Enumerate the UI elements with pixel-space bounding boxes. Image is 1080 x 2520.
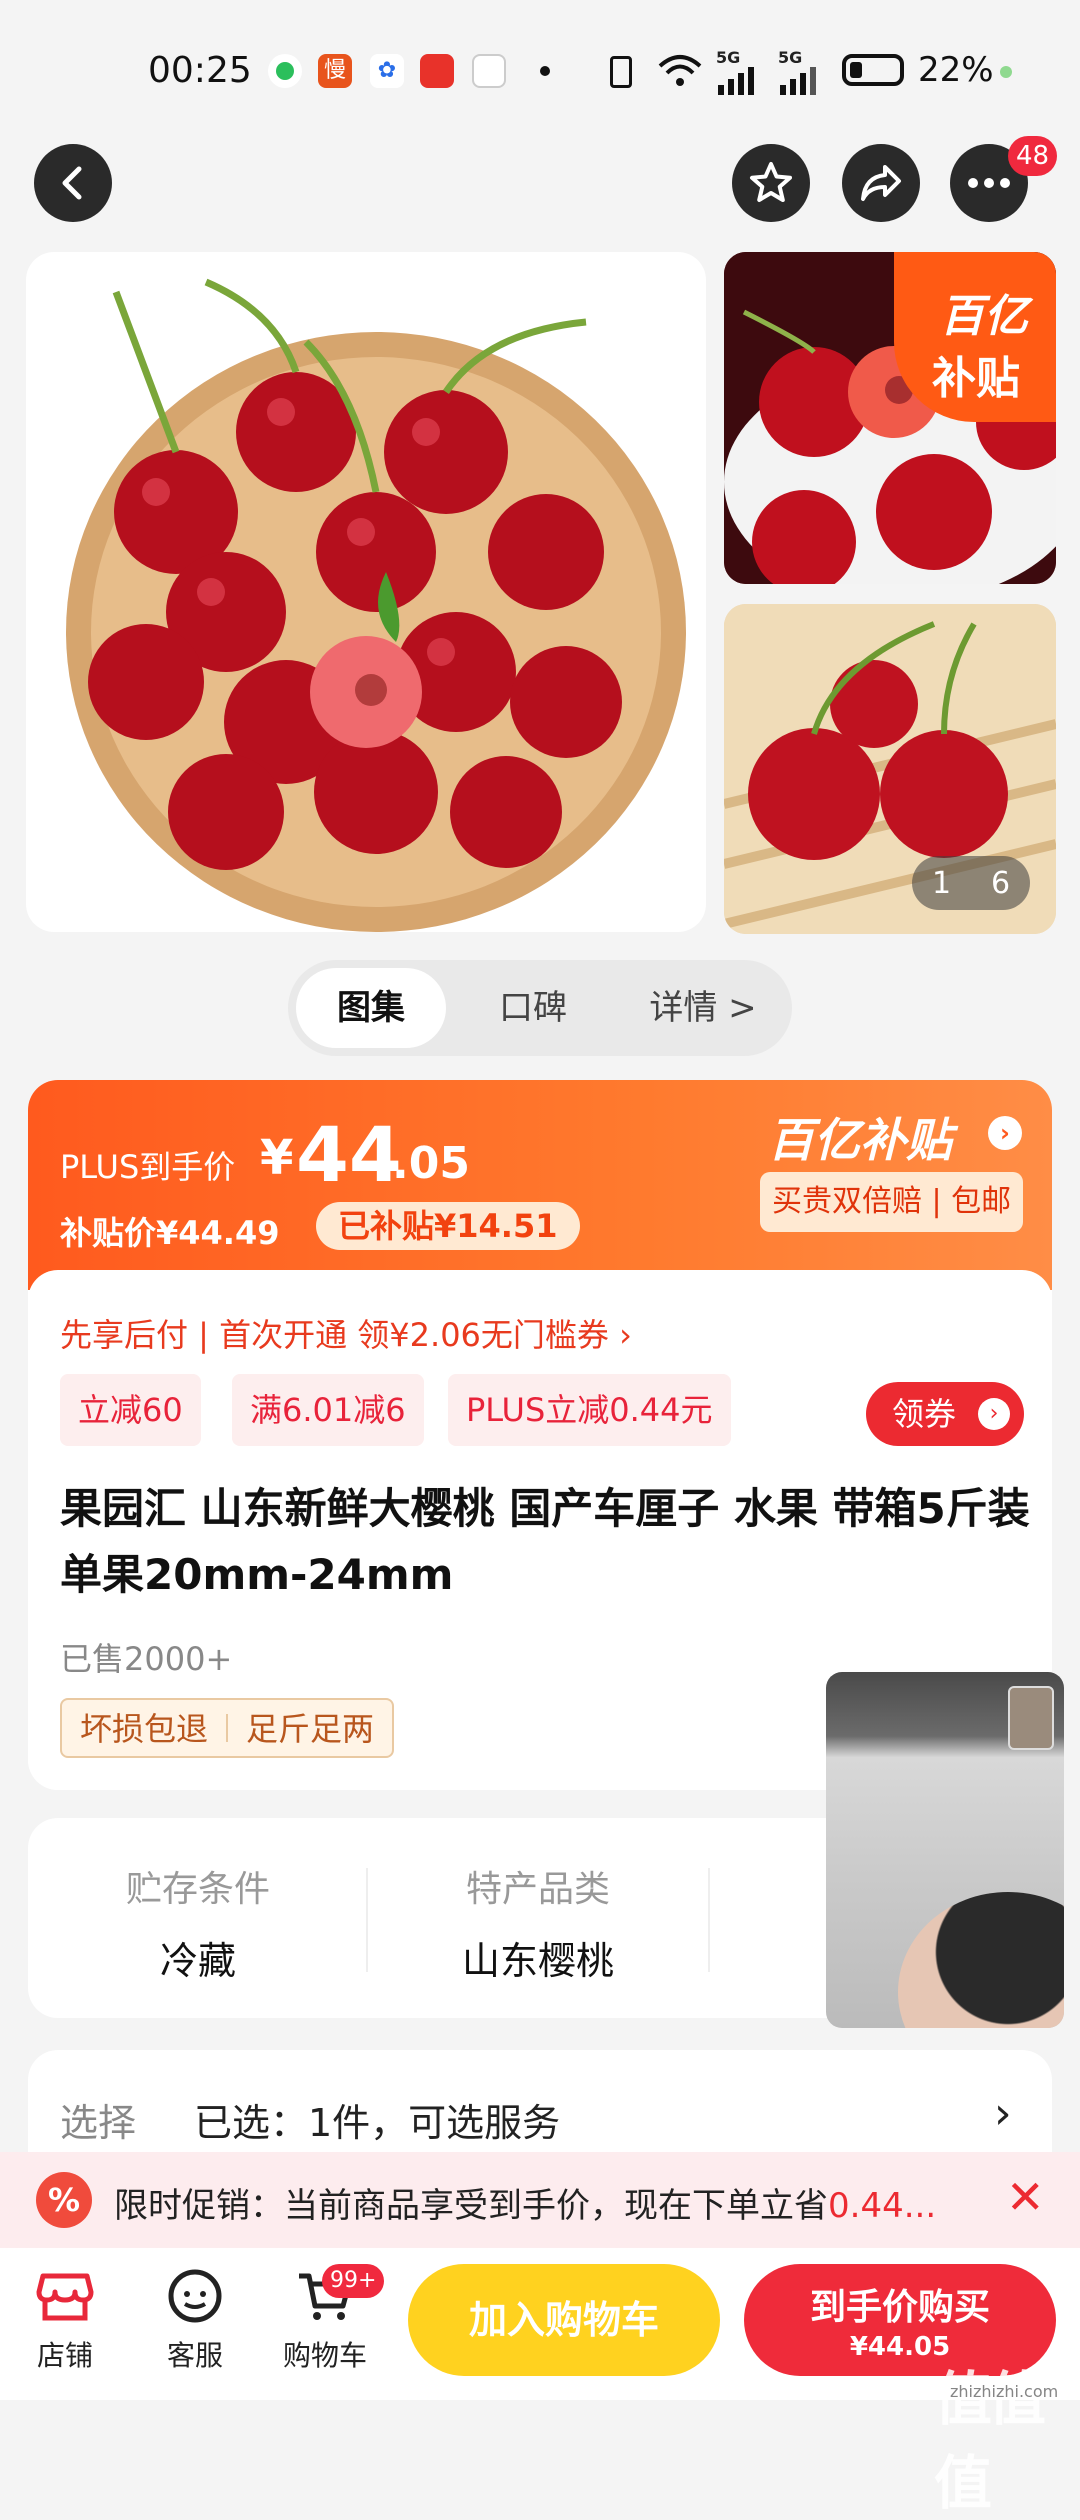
subsidy-saved-badge: 已补贴¥14.51 xyxy=(316,1202,580,1250)
add-to-cart-button[interactable]: 加入购物车 xyxy=(408,2264,720,2376)
service-tag-2: 足斤足两 xyxy=(246,1710,375,1748)
customer-service-button[interactable]: 客服 xyxy=(140,2268,250,2374)
promo-bar[interactable]: % 限时促销：当前商品享受到手价，现在下单立省0.44... ✕ xyxy=(0,2152,1080,2248)
plus-price-decimal: .05 xyxy=(392,1138,470,1189)
attribute-category: 特产品类 山东樱桃 xyxy=(368,1860,708,1985)
image-page-indicator: 1 6 xyxy=(912,856,1030,910)
tab-details[interactable]: 详情 > xyxy=(618,968,788,1048)
promo-message: 限时促销：当前商品享受到手价，现在下单立省 xyxy=(114,2186,828,2226)
watermark-logo: 值值值 xyxy=(934,2365,1046,2517)
store-icon xyxy=(36,2273,94,2321)
status-time: 00:25 xyxy=(148,50,252,91)
promo-text: 限时促销：当前商品享受到手价，现在下单立省0.44... xyxy=(114,2178,936,2227)
service-label: 客服 xyxy=(166,2339,223,2372)
main-product-image[interactable] xyxy=(26,252,706,932)
service-tags: 坏损包退 足斤足两 xyxy=(60,1698,395,1758)
watermark-site: zhizhizhi.com xyxy=(950,2382,1059,2401)
chevron-right-icon[interactable]: › xyxy=(988,1116,1022,1150)
pay-later-offer[interactable]: 先享后付 | 首次开通 领¥2.06无门槛券 › xyxy=(60,1310,632,1356)
attribute-value: 山东樱桃 xyxy=(461,1939,614,1983)
price-banner: PLUS到手价 ¥ 44 .05 补贴价¥44.49 已补贴¥14.51 百亿补… xyxy=(28,1080,1052,1290)
favorite-button[interactable] xyxy=(732,144,810,222)
subsidy-badge: 百亿 补贴 xyxy=(894,252,1056,422)
share-icon xyxy=(861,165,901,201)
cart-label: 购物车 xyxy=(282,2339,367,2372)
app-notification-icon: 慢 xyxy=(318,54,352,88)
back-icon xyxy=(62,166,82,200)
signal-icon-1: 5G xyxy=(716,48,756,97)
attribute-key: 贮存条件 xyxy=(125,1869,270,1910)
get-coupon-label: 领券 xyxy=(892,1395,957,1433)
message-count-badge: 48 xyxy=(1008,136,1058,176)
plus-price-label: PLUS到手价 xyxy=(60,1148,236,1186)
service-tag-1: 坏损包退 xyxy=(80,1710,209,1748)
cart-count-badge: 99+ xyxy=(322,2264,385,2298)
more-icon xyxy=(968,178,1010,188)
wechat-notification-icon xyxy=(268,54,302,88)
star-icon xyxy=(750,162,792,202)
subsidy-badge-line1: 百亿 xyxy=(940,291,1028,342)
selection-label: 选择 xyxy=(60,2101,137,2145)
product-title: 果园汇 山东新鲜大樱桃 国产车厘子 水果 带箱5斤装 单果20mm-24mm xyxy=(60,1484,1030,1599)
promo-savings: 0.44... xyxy=(828,2186,937,2226)
wifi-icon xyxy=(658,52,702,88)
subsidy-price: 补贴价¥44.49 xyxy=(60,1214,280,1252)
attribute-storage: 贮存条件 冷藏 xyxy=(28,1860,368,1985)
discount-icon: % xyxy=(36,2172,92,2228)
floating-video-window[interactable] xyxy=(826,1672,1064,2028)
back-button[interactable] xyxy=(34,144,112,222)
attribute-key: 特产品类 xyxy=(465,1869,610,1910)
tab-gallery[interactable]: 图集 xyxy=(296,968,446,1048)
self-view-thumbnail[interactable] xyxy=(1008,1686,1054,1750)
chevron-right-icon: › xyxy=(994,2088,1012,2139)
baidu-notification-icon: ✿ xyxy=(370,54,404,88)
subsidy-badge-line2: 补贴 xyxy=(932,353,1020,404)
cherry-bowl-illustration xyxy=(66,278,686,932)
signal-icon-2: 5G xyxy=(778,48,818,97)
realme-notification-icon xyxy=(472,54,506,88)
plus-price-currency: ¥ xyxy=(260,1130,294,1186)
attribute-value: 冷藏 xyxy=(159,1939,236,1983)
store-label: 店铺 xyxy=(36,2339,93,2372)
selection-value: 已选：1件，可选服务 xyxy=(194,2101,561,2145)
plus-price-integer: 44 xyxy=(296,1110,402,1199)
media-tabs: 图集 口碑 详情 > xyxy=(288,960,792,1056)
coupon-tag-1: 立减60 xyxy=(60,1374,201,1446)
battery-percent: 22% xyxy=(918,50,994,90)
buy-now-label: 到手价购买 xyxy=(809,2287,990,2328)
chevron-right-icon: › xyxy=(978,1398,1010,1430)
subsidy-program-title[interactable]: 百亿补贴 xyxy=(768,1104,952,1170)
bottom-action-bar: 店铺 客服 购物车 99+ 加入购物车 到手价购买 ¥44.05 xyxy=(0,2248,1080,2400)
sold-count: 已售2000+ xyxy=(60,1640,233,1678)
get-coupon-button[interactable]: 领券 › xyxy=(866,1382,1024,1446)
coupon-tag-2: 满6.01减6 xyxy=(232,1374,424,1446)
more-notifications-dot xyxy=(540,66,550,76)
chat-icon xyxy=(168,2269,222,2323)
page-total: 6 xyxy=(990,865,1011,901)
page-current: 1 xyxy=(931,865,952,901)
app-notification-icon-2 xyxy=(420,54,454,88)
store-button[interactable]: 店铺 xyxy=(10,2268,120,2374)
tab-reviews[interactable]: 口碑 xyxy=(458,968,608,1048)
share-button[interactable] xyxy=(842,144,920,222)
status-dot xyxy=(1000,66,1012,78)
status-bar: 00:25 慢 ✿ 5G 5G 22% xyxy=(0,0,1080,130)
coupon-tag-3: PLUS立减0.44元 xyxy=(448,1374,731,1446)
battery-icon xyxy=(842,54,904,86)
close-icon[interactable]: ✕ xyxy=(1006,2170,1045,2224)
video-feed xyxy=(898,1892,1064,2028)
vibrate-icon xyxy=(610,56,632,88)
subsidy-program-tags: 买贵双倍赔 | 包邮 xyxy=(760,1172,1024,1232)
